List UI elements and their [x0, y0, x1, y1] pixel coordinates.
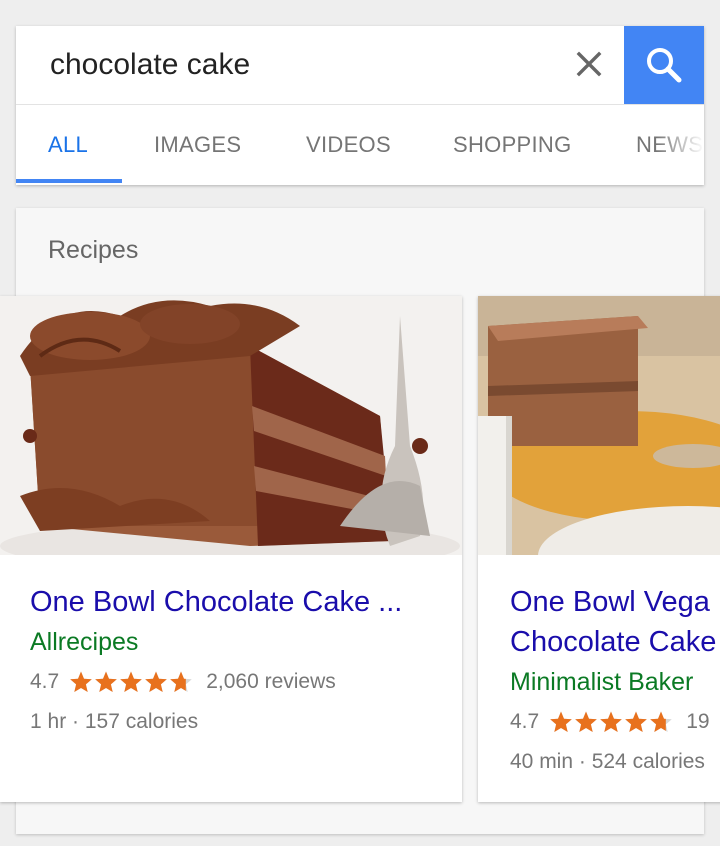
star-icon	[650, 711, 673, 732]
rating-value: 4.7	[30, 670, 60, 693]
clear-search-button[interactable]	[569, 44, 609, 84]
close-icon	[576, 51, 602, 77]
star-icon	[625, 711, 648, 732]
recipe-image	[0, 296, 462, 555]
star-icon	[550, 711, 573, 732]
star-icon	[120, 671, 143, 692]
recipe-rating: 4.7 19	[510, 702, 716, 742]
star-rating	[69, 670, 194, 694]
search-bar: chocolate cake	[16, 26, 704, 105]
recipe-source: Allrecipes	[30, 628, 139, 656]
star-rating	[549, 710, 674, 734]
review-count: 2,060 reviews	[206, 670, 336, 693]
recipe-source: Minimalist Baker	[510, 668, 694, 696]
recipe-card[interactable]: One Bowl Vega Chocolate Cake Minimalist …	[478, 296, 720, 802]
recipe-info: One Bowl Vega Chocolate Cake Minimalist …	[510, 582, 716, 782]
recipe-info: One Bowl Chocolate Cake ... Allrecipes 4…	[30, 582, 402, 742]
recipe-card[interactable]: One Bowl Chocolate Cake ... Allrecipes 4…	[0, 296, 462, 802]
tab-overflow-fade	[656, 105, 704, 185]
recipe-title-line-2: Chocolate Cake	[510, 626, 717, 658]
section-title: Recipes	[48, 236, 139, 264]
search-input[interactable]: chocolate cake	[50, 48, 250, 82]
recipe-title[interactable]: One Bowl Chocolate Cake ...	[30, 582, 402, 622]
star-icon	[575, 711, 598, 732]
review-count: 19	[686, 710, 710, 733]
recipe-title[interactable]: One Bowl Vega Chocolate Cake	[510, 582, 716, 662]
star-icon	[170, 671, 193, 692]
recipe-meta: 1 hr · 157 calories	[30, 710, 199, 733]
tab-images[interactable]: IMAGES	[154, 105, 241, 185]
search-icon	[647, 48, 682, 83]
recipe-image	[478, 296, 720, 555]
search-card: chocolate cake ALL IMAGES VIDEOS SHOPPIN…	[16, 26, 704, 185]
recipe-title-line-1: One Bowl Vega	[510, 586, 710, 618]
search-tabs: ALL IMAGES VIDEOS SHOPPING NEWS	[16, 105, 704, 185]
search-button[interactable]	[624, 26, 704, 104]
rating-value: 4.7	[510, 710, 540, 733]
active-tab-indicator	[16, 179, 122, 183]
recipe-meta: 40 min · 524 calories	[510, 750, 705, 773]
tab-shopping[interactable]: SHOPPING	[453, 105, 572, 185]
tab-videos[interactable]: VIDEOS	[306, 105, 391, 185]
recipe-rating: 4.7 2,060 reviews	[30, 662, 402, 702]
star-icon	[95, 671, 118, 692]
tab-all[interactable]: ALL	[48, 105, 88, 185]
star-icon	[600, 711, 623, 732]
star-icon	[70, 671, 93, 692]
star-icon	[145, 671, 168, 692]
